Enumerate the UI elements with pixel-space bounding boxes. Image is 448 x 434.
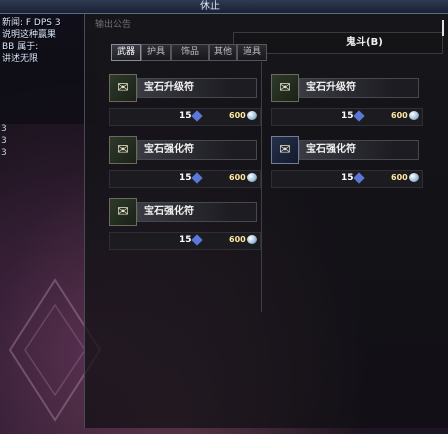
item-name: 宝石强化符 xyxy=(144,144,194,155)
scroll-icon: ✉ xyxy=(117,142,129,158)
shop-header-label[interactable]: 鬼斗(B) xyxy=(346,35,383,51)
shop-item[interactable]: ✉ 宝石升级符 15 600 xyxy=(271,74,427,126)
item-slot[interactable]: ✉ xyxy=(271,136,299,164)
coin-icon xyxy=(246,173,257,182)
item-price: 600 xyxy=(229,111,246,120)
item-cost: 600 xyxy=(391,108,419,124)
window-edge xyxy=(442,20,444,36)
tab-other[interactable]: 其他 xyxy=(209,44,237,61)
item-slot[interactable]: ✉ xyxy=(271,74,299,102)
chat-panel: 新闻: F DPS 3 说明这种赢果 BB 属于: 讲述无限 xyxy=(0,14,97,124)
item-price: 600 xyxy=(391,173,408,182)
item-price: 600 xyxy=(229,235,246,244)
item-level-value: 15 xyxy=(179,235,192,245)
chat-line: 讲述无限 xyxy=(2,54,39,64)
game-scene: 休止 新闻: F DPS 3 说明这种赢果 BB 属于: 讲述无限 3 3 3 … xyxy=(0,0,448,434)
item-name: 宝石升级符 xyxy=(306,82,356,93)
item-level: 15 xyxy=(341,170,365,186)
item-level-value: 15 xyxy=(341,173,354,183)
shop-item[interactable]: ✉ 宝石强化符 15 600 xyxy=(109,198,265,250)
item-name-bar: 宝石强化符 xyxy=(299,140,419,160)
side-label: 3 xyxy=(1,136,7,146)
coin-icon xyxy=(246,111,257,120)
item-cost: 600 xyxy=(391,170,419,186)
side-label: 3 xyxy=(1,148,7,158)
item-name: 宝石升级符 xyxy=(144,82,194,93)
gem-icon xyxy=(352,171,365,184)
item-name-bar: 宝石升级符 xyxy=(299,78,419,98)
shop-window: 输出公告 鬼斗(B) 武器 护具 饰品 其他 道具 ✉ 宝石升级符 15 600 ✉ 宝石… xyxy=(84,14,448,428)
item-level: 15 xyxy=(179,232,203,248)
scroll-icon: ✉ xyxy=(279,142,291,158)
scroll-icon: ✉ xyxy=(117,204,129,220)
chat-line: 新闻: F DPS 3 xyxy=(2,18,61,28)
item-cost: 600 xyxy=(229,232,257,248)
background-panel-title: 输出公告 xyxy=(95,20,132,30)
item-level: 15 xyxy=(341,108,365,124)
item-level-value: 15 xyxy=(179,173,192,183)
item-name-bar: 宝石强化符 xyxy=(137,202,257,222)
item-name: 宝石强化符 xyxy=(306,144,356,155)
tab-accessories[interactable]: 饰品 xyxy=(171,44,209,61)
chat-line: BB 属于: xyxy=(2,42,39,52)
item-slot[interactable]: ✉ xyxy=(109,198,137,226)
item-slot[interactable]: ✉ xyxy=(109,74,137,102)
item-price: 600 xyxy=(391,111,408,120)
gem-icon xyxy=(190,171,203,184)
window-title: 休止 xyxy=(200,1,220,12)
gem-icon xyxy=(190,233,203,246)
shop-item[interactable]: ✉ 宝石升级符 15 600 xyxy=(109,74,265,126)
item-name: 宝石强化符 xyxy=(144,206,194,217)
item-cost: 600 xyxy=(229,170,257,186)
coin-icon xyxy=(246,235,257,244)
shop-item[interactable]: ✉ 宝石强化符 15 600 xyxy=(109,136,265,188)
item-price: 600 xyxy=(229,173,246,182)
item-level-value: 15 xyxy=(179,111,192,121)
coin-icon xyxy=(408,111,419,120)
item-level: 15 xyxy=(179,170,203,186)
shop-item[interactable]: ✉ 宝石强化符 15 600 xyxy=(271,136,427,188)
coin-icon xyxy=(408,173,419,182)
chat-line: 说明这种赢果 xyxy=(2,30,57,40)
item-slot[interactable]: ✉ xyxy=(109,136,137,164)
tab-armor[interactable]: 护具 xyxy=(141,44,171,61)
scroll-icon: ✉ xyxy=(279,80,291,96)
tab-items[interactable]: 道具 xyxy=(237,44,267,61)
side-label: 3 xyxy=(1,124,7,134)
item-name-bar: 宝石升级符 xyxy=(137,78,257,98)
title-bar: 休止 xyxy=(0,0,448,14)
gem-icon xyxy=(190,109,203,122)
item-level-value: 15 xyxy=(341,111,354,121)
item-cost: 600 xyxy=(229,108,257,124)
tab-weapons[interactable]: 武器 xyxy=(111,44,141,61)
item-name-bar: 宝石强化符 xyxy=(137,140,257,160)
item-level: 15 xyxy=(179,108,203,124)
gem-icon xyxy=(352,109,365,122)
scroll-icon: ✉ xyxy=(117,80,129,96)
